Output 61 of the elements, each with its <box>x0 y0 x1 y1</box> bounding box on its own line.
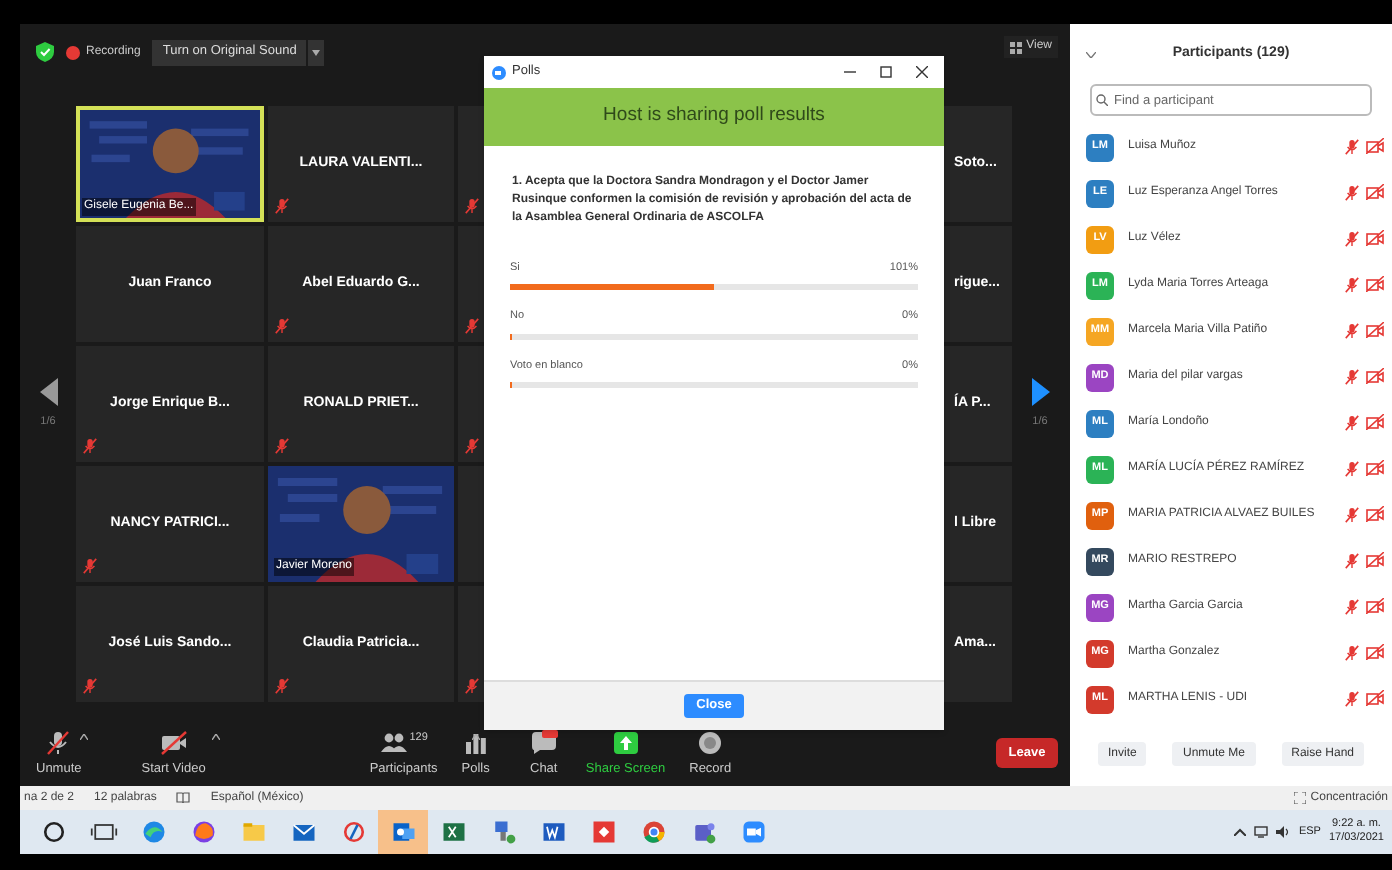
video-off-icon <box>1366 460 1384 476</box>
camera-app-icon[interactable] <box>739 818 767 846</box>
muted-mic-icon <box>1344 552 1360 570</box>
muted-mic-icon <box>1344 506 1360 524</box>
record-icon <box>696 730 725 757</box>
video-off-icon <box>1366 184 1384 200</box>
muted-mic-icon <box>1344 414 1360 432</box>
minimize-icon[interactable] <box>844 66 856 78</box>
collapse-caret-icon[interactable] <box>1086 51 1096 57</box>
maximize-icon[interactable] <box>880 66 892 78</box>
video-off-icon <box>1366 690 1384 706</box>
close-icon[interactable] <box>916 66 928 78</box>
monitor-icon[interactable] <box>1254 826 1269 838</box>
muted-mic-icon <box>1344 276 1360 294</box>
muted-mic-icon <box>1344 322 1360 340</box>
muted-mic-icon <box>1344 138 1360 156</box>
video-off-icon <box>1366 414 1384 430</box>
people-icon <box>379 730 408 757</box>
muted-mic-icon <box>1344 368 1360 386</box>
muted-mic-icon <box>1344 460 1360 478</box>
video-off-icon <box>1366 506 1384 522</box>
search-icon <box>1096 94 1108 106</box>
muted-mic-icon <box>1344 230 1360 248</box>
document-app-icon[interactable] <box>539 818 567 846</box>
video-off-icon <box>1366 598 1384 614</box>
left-arrow-icon <box>39 377 57 406</box>
circle-icon[interactable] <box>39 818 67 846</box>
dropdown-button[interactable] <box>308 39 325 65</box>
chat-bubble-icon <box>529 730 558 757</box>
caret-icon <box>312 49 321 55</box>
shield-icon <box>36 42 54 62</box>
video-off-icon <box>1366 276 1384 292</box>
page-arrow-button[interactable] <box>39 377 57 406</box>
video-off-icon <box>1366 368 1384 384</box>
bar-chart-icon <box>461 730 490 757</box>
page-arrow-button[interactable] <box>1031 377 1049 406</box>
swirl-browser-icon[interactable] <box>139 818 167 846</box>
muted-mic-icon <box>1344 184 1360 202</box>
video-off-icon <box>1366 138 1384 154</box>
video-off-icon <box>159 730 188 757</box>
muted-mic-icon <box>44 730 73 757</box>
video-off-icon <box>1366 552 1384 568</box>
video-off-icon <box>1366 644 1384 660</box>
muted-mic-icon <box>1344 690 1360 708</box>
chevron-up-icon[interactable] <box>1234 828 1247 836</box>
focus-icon[interactable] <box>1294 792 1307 804</box>
video-off-icon <box>1366 230 1384 246</box>
diamond-app-icon[interactable] <box>589 818 617 846</box>
right-arrow-icon <box>1031 377 1049 406</box>
camera-logo-icon <box>492 65 506 79</box>
poll-banner: Host is sharing poll results <box>484 88 944 146</box>
video-off-icon <box>1366 322 1384 338</box>
book-icon[interactable] <box>176 792 191 804</box>
speaker-icon[interactable] <box>1276 826 1291 838</box>
muted-mic-icon <box>1344 598 1360 616</box>
grid-icon <box>1010 41 1023 53</box>
recording-dot-icon <box>66 45 80 59</box>
muted-mic-icon <box>1344 644 1360 662</box>
chrome-browser-icon[interactable] <box>639 818 667 846</box>
spreadsheet-app-icon[interactable] <box>439 818 467 846</box>
task-view-icon[interactable] <box>89 818 117 846</box>
